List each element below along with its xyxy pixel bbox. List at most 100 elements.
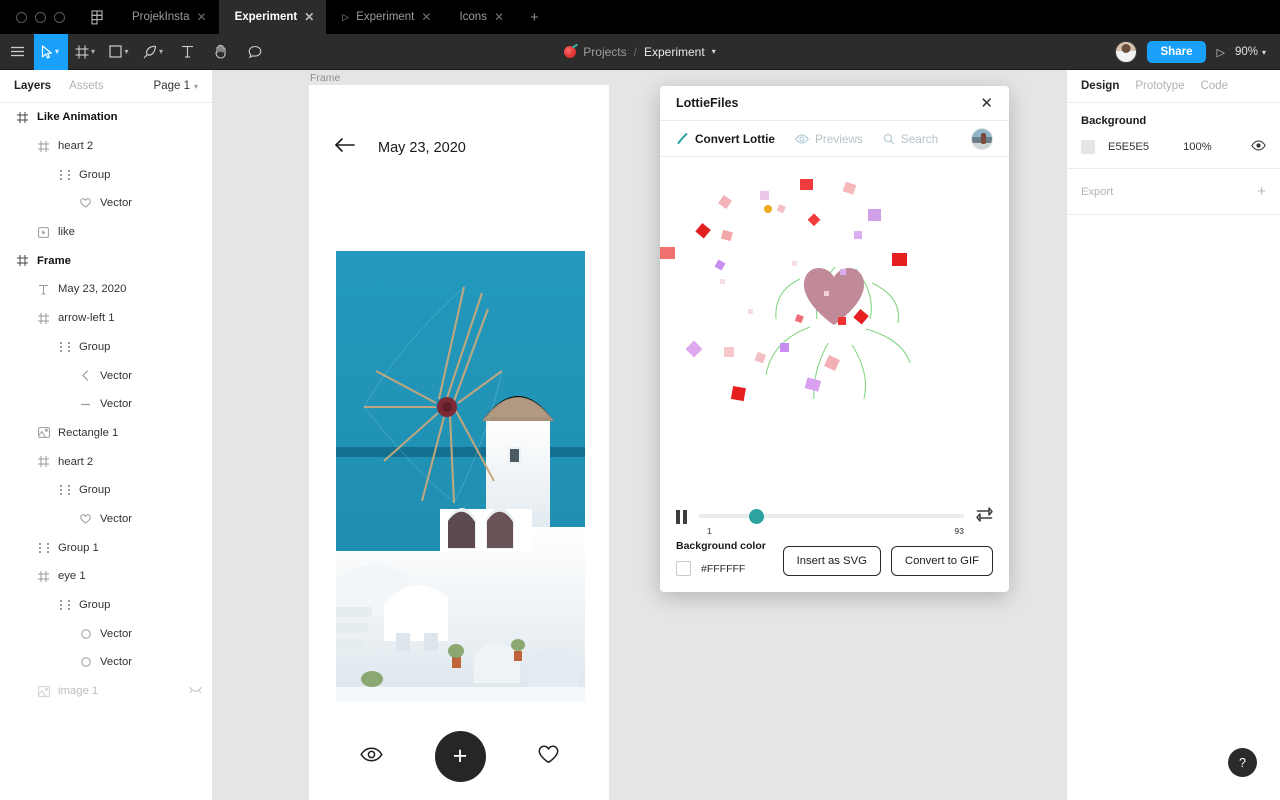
tab-icons[interactable]: Icons ✕ [443,0,516,34]
santorini-photo[interactable] [336,251,585,702]
plugin-user-avatar[interactable] [971,127,993,150]
chevron-down-icon[interactable]: ▾ [124,47,128,56]
project-thumbnail-icon [564,45,577,58]
tab-convert-lottie[interactable]: Convert Lottie [676,132,775,146]
add-post-button[interactable]: + [434,731,486,782]
tab-experiment-active[interactable]: Experiment ✕ [218,0,327,34]
heart-icon [79,512,92,525]
background-color-swatch[interactable] [1081,140,1095,154]
tab-assets[interactable]: Assets [69,80,104,92]
tab-prototype[interactable]: Prototype [1135,80,1184,92]
loop-icon[interactable] [976,507,993,527]
chevron-down-icon[interactable]: ▾ [159,47,163,56]
layer-row-heart-2[interactable]: heart 2 [0,447,212,476]
background-opacity-value[interactable]: 100% [1183,141,1212,153]
close-icon[interactable]: ✕ [304,11,314,23]
chevron-down-icon[interactable]: ▾ [712,47,716,56]
layer-row-vector[interactable]: Vector [0,648,212,677]
background-color-value[interactable]: #FFFFFF [701,563,745,575]
background-section: Background E5E5E5 100% [1067,103,1280,169]
layer-row-vector[interactable]: Vector [0,390,212,419]
heart-icon[interactable] [538,744,559,769]
eye-closed-icon[interactable] [189,685,202,697]
layer-row-arrow-left-1[interactable]: arrow-left 1 [0,304,212,333]
share-button[interactable]: Share [1146,41,1207,63]
mobile-frame[interactable]: May 23, 2020 + [309,85,609,800]
move-tool[interactable]: ▾ [34,33,68,70]
page-selector[interactable]: Page 1 ▾ [154,80,198,92]
chevron-down-icon[interactable]: ▾ [55,47,59,56]
chevron-down-icon[interactable]: ▾ [194,82,198,91]
layer-name: Group [79,168,111,181]
tab-code[interactable]: Code [1201,80,1229,92]
comment-tool[interactable] [238,34,272,70]
minimize-window-dot[interactable] [35,11,46,23]
breadcrumb-file-name[interactable]: Experiment [644,45,705,59]
layer-row-vector[interactable]: Vector [0,189,212,218]
layer-row-may-23-2020[interactable]: May 23, 2020 [0,275,212,304]
shape-tool[interactable]: ▾ [102,34,136,70]
hamburger-menu-icon[interactable] [0,34,34,70]
chevron-down-icon[interactable]: ▾ [1262,48,1266,57]
layer-row-vector[interactable]: Vector [0,361,212,390]
close-icon[interactable]: ✕ [197,11,207,23]
hand-tool[interactable] [204,34,238,70]
tab-layers[interactable]: Layers [14,80,51,92]
close-icon[interactable]: ✕ [421,11,431,23]
tab-previews[interactable]: Previews [795,132,863,146]
plus-icon[interactable]: + [1257,183,1266,200]
close-icon[interactable]: ✕ [494,11,504,23]
layer-row-heart-2[interactable]: heart 2 [0,132,212,161]
layer-row-group-1[interactable]: Group 1 [0,533,212,562]
figma-app-window: ProjekInsta ✕ Experiment ✕ ▷ Experiment … [0,0,1280,800]
layer-row-eye-1[interactable]: eye 1 [0,562,212,591]
text-tool[interactable] [170,34,204,70]
layer-row-frame[interactable]: Frame [0,246,212,275]
layer-row-group[interactable]: Group [0,160,212,189]
tab-projekinsta[interactable]: ProjekInsta ✕ [116,0,219,34]
help-button[interactable]: ? [1228,748,1257,777]
arrow-left-icon[interactable] [334,137,356,158]
layer-name: Rectangle 1 [58,426,119,439]
lottie-preview-stage[interactable] [660,157,1009,502]
insert-as-svg-button[interactable]: Insert as SVG [782,546,881,576]
layer-name: heart 2 [58,140,94,153]
chevron-down-icon[interactable]: ▾ [91,47,95,56]
background-color-swatch[interactable] [676,561,691,576]
layer-row-group[interactable]: Group [0,591,212,620]
tab-design[interactable]: Design [1081,80,1119,92]
tab-search[interactable]: Search [883,132,938,146]
figma-logo-icon[interactable] [79,0,116,34]
eye-icon[interactable] [1251,140,1266,154]
layer-row-like-animation[interactable]: Like Animation [0,103,212,132]
tab-experiment-prototype[interactable]: ▷ Experiment ✕ [326,0,443,34]
close-icon[interactable]: ✕ [980,94,993,112]
layer-row-vector[interactable]: Vector [0,619,212,648]
layer-row-like[interactable]: like [0,218,212,247]
close-window-dot[interactable] [16,11,27,23]
layer-row-rectangle-1[interactable]: Rectangle 1 [0,419,212,448]
user-avatar[interactable] [1114,41,1137,63]
pen-tool[interactable]: ▾ [136,34,170,70]
convert-to-gif-button[interactable]: Convert to GIF [890,546,993,576]
present-play-button[interactable]: ▷ [1216,46,1224,59]
frame-name-label[interactable]: Frame [310,72,340,84]
layer-row-image-1[interactable]: image 1 [0,677,212,706]
window-controls[interactable] [0,0,79,34]
eye-icon[interactable] [359,747,383,767]
layer-row-vector[interactable]: Vector [0,505,212,534]
breadcrumb-projects-link[interactable]: Projects [583,45,626,59]
frame-tool[interactable]: ▾ [68,34,102,70]
export-heading: Export [1081,185,1114,198]
tab-label: Icons [459,11,487,23]
background-hex-value[interactable]: E5E5E5 [1108,141,1149,153]
new-tab-button[interactable]: + [516,0,553,34]
layer-row-group[interactable]: Group [0,476,212,505]
maximize-window-dot[interactable] [54,11,65,23]
timeline-slider[interactable]: 1 93 [699,506,964,536]
slider-thumb[interactable] [749,509,765,524]
zoom-control[interactable]: 90% ▾ [1235,46,1266,58]
layer-name: Group [79,340,111,353]
layer-row-group[interactable]: Group [0,333,212,362]
pause-button[interactable] [676,510,687,524]
